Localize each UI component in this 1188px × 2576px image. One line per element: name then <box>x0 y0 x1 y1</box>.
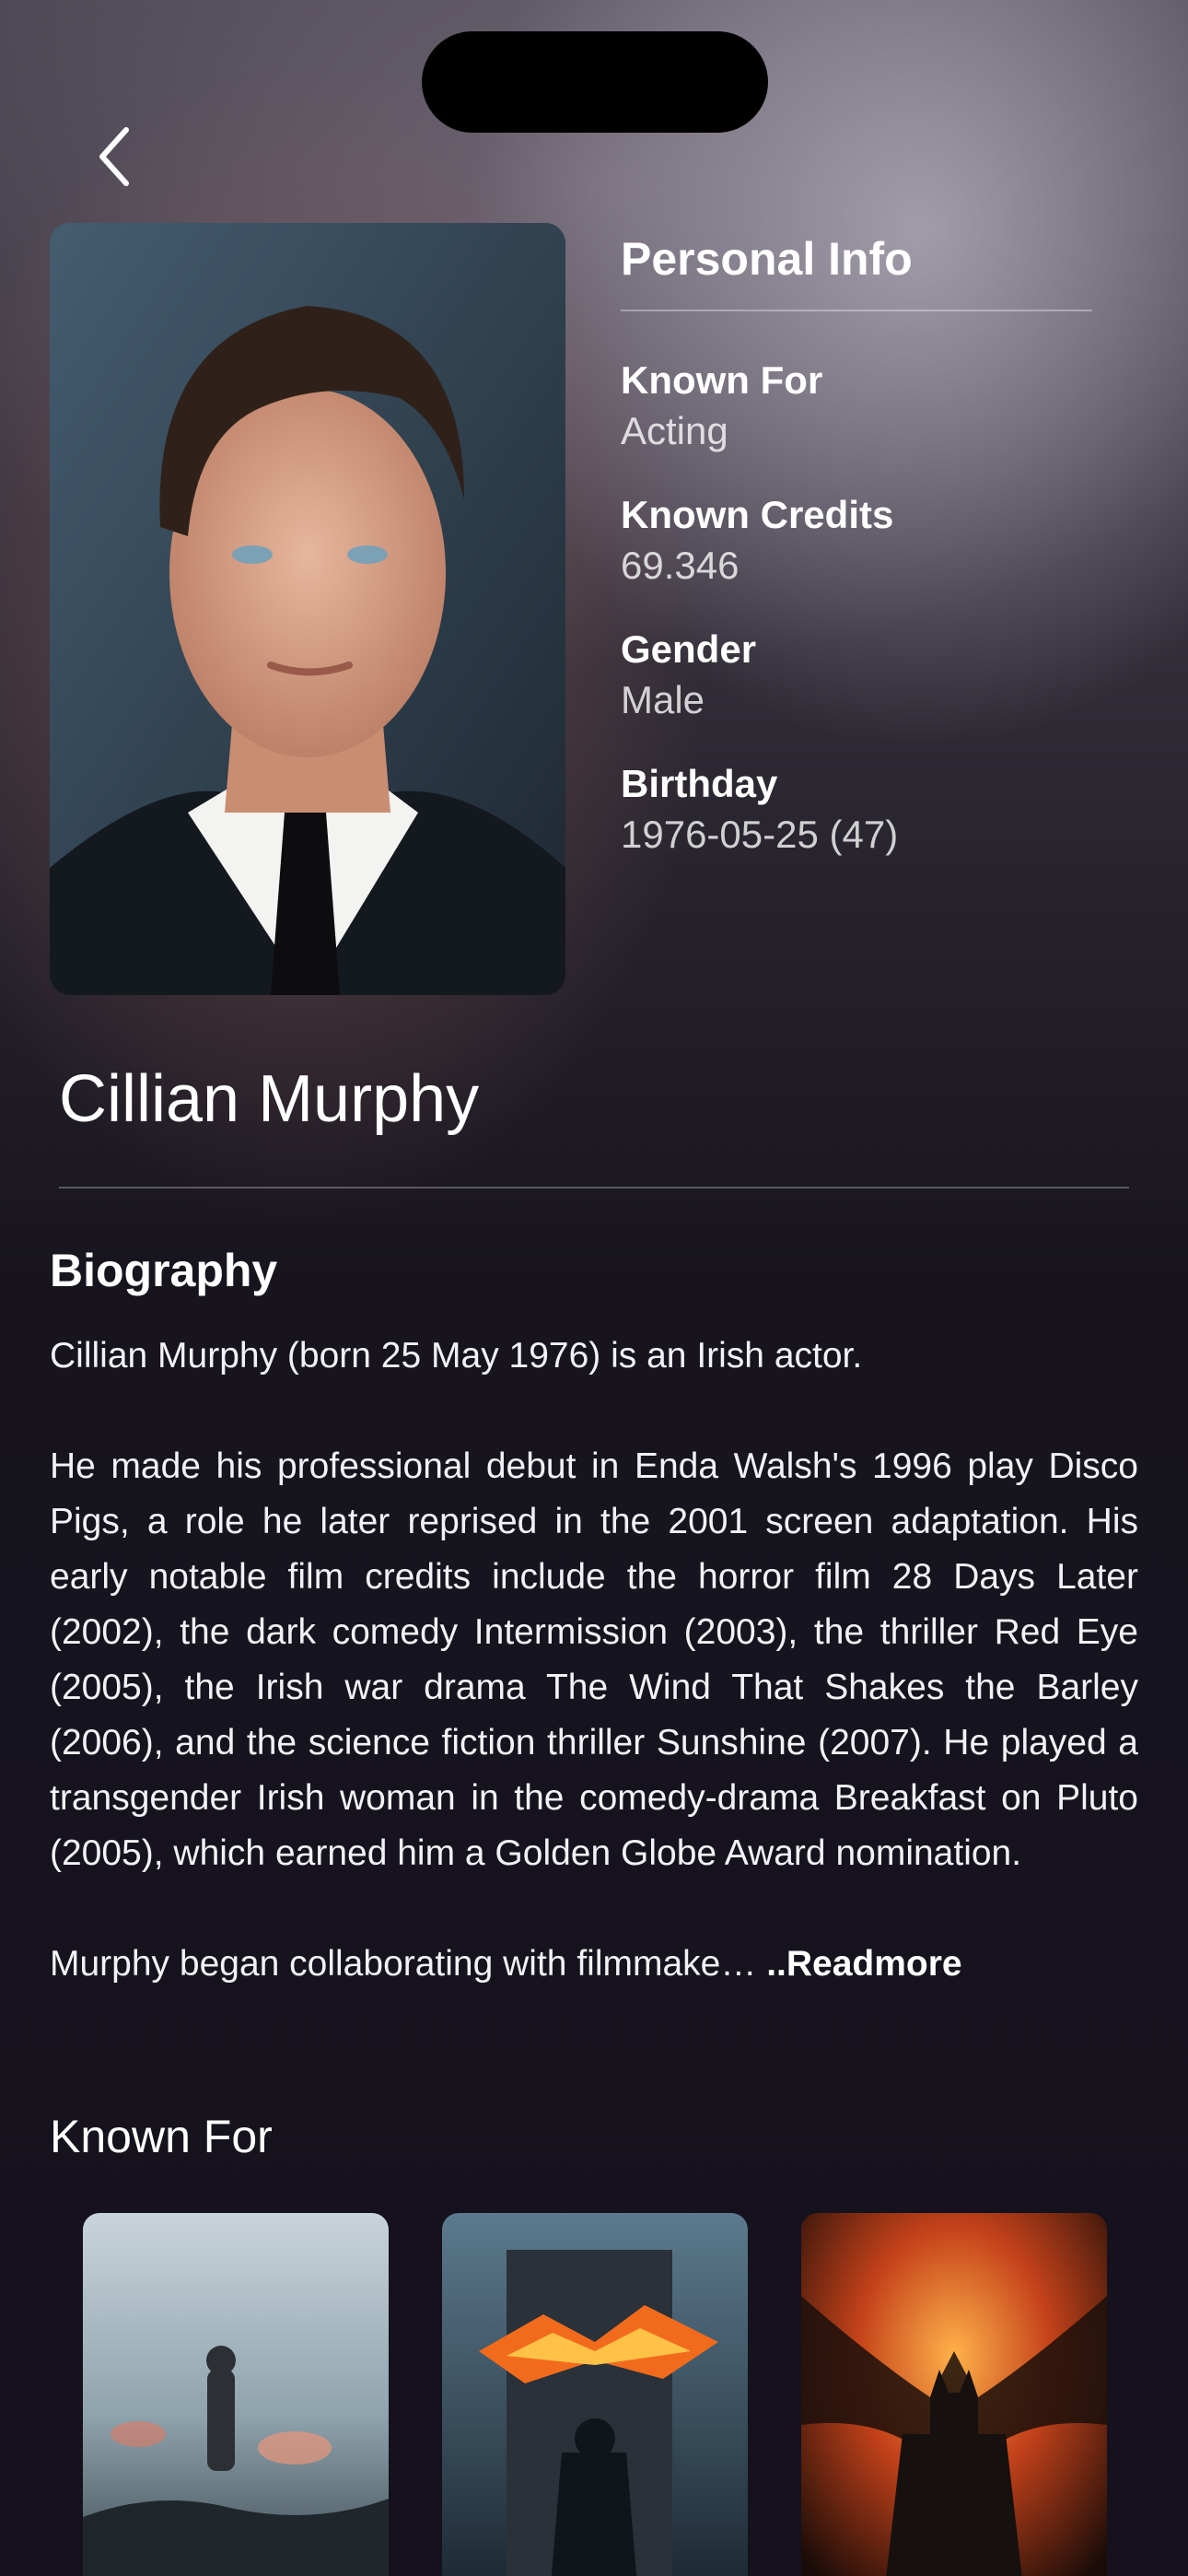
biography-title: Biography <box>50 1245 278 1296</box>
info-value: 1976-05-25 (47) <box>621 813 899 856</box>
info-label: Known Credits <box>621 493 894 536</box>
info-gender: Gender Male <box>621 625 1092 726</box>
biography-paragraph: He made his professional debut in Enda W… <box>50 1446 1138 1873</box>
dynamic-island <box>422 31 768 133</box>
profile-photo <box>50 223 565 995</box>
info-label: Known For <box>621 358 823 402</box>
known-for-carousel[interactable] <box>83 2213 1107 2576</box>
info-known-credits: Known Credits 69.346 <box>621 490 1092 591</box>
chevron-left-icon <box>99 127 129 186</box>
back-button[interactable] <box>83 111 147 203</box>
readmore-link[interactable]: ..Readmore <box>766 1944 961 1984</box>
known-for-poster[interactable] <box>442 2213 748 2576</box>
biography-text: Cillian Murphy (born 25 May 1976) is an … <box>50 1329 1138 1992</box>
info-label: Birthday <box>621 762 778 805</box>
biography-paragraph: Murphy began collaborating with filmmake… <box>50 1944 767 1984</box>
personal-info-panel: Personal Info Known For Acting Known Cre… <box>621 228 1092 894</box>
person-detail-screen: Personal Info Known For Acting Known Cre… <box>0 0 1188 2576</box>
section-divider <box>59 1187 1129 1188</box>
known-for-poster[interactable] <box>83 2213 389 2576</box>
known-for-poster[interactable] <box>801 2213 1107 2576</box>
info-value: 69.346 <box>621 544 740 587</box>
info-known-for: Known For Acting <box>621 356 1092 457</box>
biography-paragraph: Cillian Murphy (born 25 May 1976) is an … <box>50 1336 863 1376</box>
info-value: Acting <box>621 409 728 452</box>
biography-paragraph-truncated: Murphy began collaborating with filmmake… <box>50 1937 1138 1992</box>
person-name: Cillian Murphy <box>59 1062 480 1136</box>
info-birthday: Birthday 1976-05-25 (47) <box>621 759 1092 861</box>
personal-info-title: Personal Info <box>621 228 1092 311</box>
info-label: Gender <box>621 627 757 671</box>
known-for-title: Known For <box>50 2111 273 2162</box>
info-value: Male <box>621 678 705 721</box>
